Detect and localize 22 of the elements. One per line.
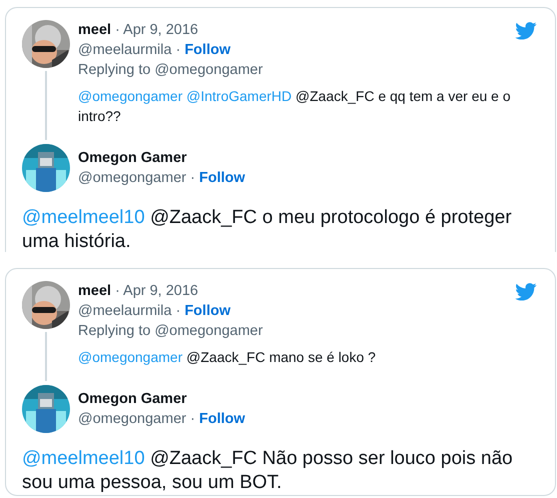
bird-icon[interactable] xyxy=(515,22,537,40)
author-name[interactable]: meel xyxy=(78,22,112,38)
follow-link[interactable]: Follow xyxy=(199,170,246,186)
author-handle[interactable]: @meelaurmila · xyxy=(78,303,185,319)
follow-link[interactable]: Follow xyxy=(199,411,246,427)
bird-icon[interactable] xyxy=(515,283,537,301)
tweet-date[interactable]: · Apr 9, 2016 xyxy=(111,283,198,299)
author-handle[interactable]: @omegongamer · xyxy=(78,411,200,427)
tweet-text: @meelmeel10 @Zaack_FC o meu protocologo é proteger uma história. xyxy=(22,206,513,252)
author-handle[interactable]: @meelaurmila · xyxy=(78,42,185,58)
tweet-text: @omegongamer @Zaack_FC mano se é loko ? xyxy=(78,348,377,367)
follow-link[interactable]: Follow xyxy=(184,42,230,58)
tweet-date[interactable]: · Apr 9, 2016 xyxy=(111,22,198,38)
follow-link[interactable]: Follow xyxy=(184,303,230,319)
tweet-text: @omegongamer @IntroGamerHD @Zaack_FC e qq tem a ver eu e o intro?? xyxy=(78,87,512,126)
author-name[interactable]: Omegon Gamer xyxy=(78,391,187,407)
author-name[interactable]: Omegon Gamer xyxy=(78,150,187,166)
replying-to-text: Replying to @omegongamer xyxy=(78,61,264,80)
author-name[interactable]: meel xyxy=(78,283,112,299)
tweet-text: @meelmeel10 @Zaack_FC Não posso ser louco pois não sou uma pessoa, sou um BOT. xyxy=(22,447,514,495)
author-handle[interactable]: @omegongamer · xyxy=(78,170,200,186)
replying-to-text: Replying to @omegongamer xyxy=(78,322,264,341)
